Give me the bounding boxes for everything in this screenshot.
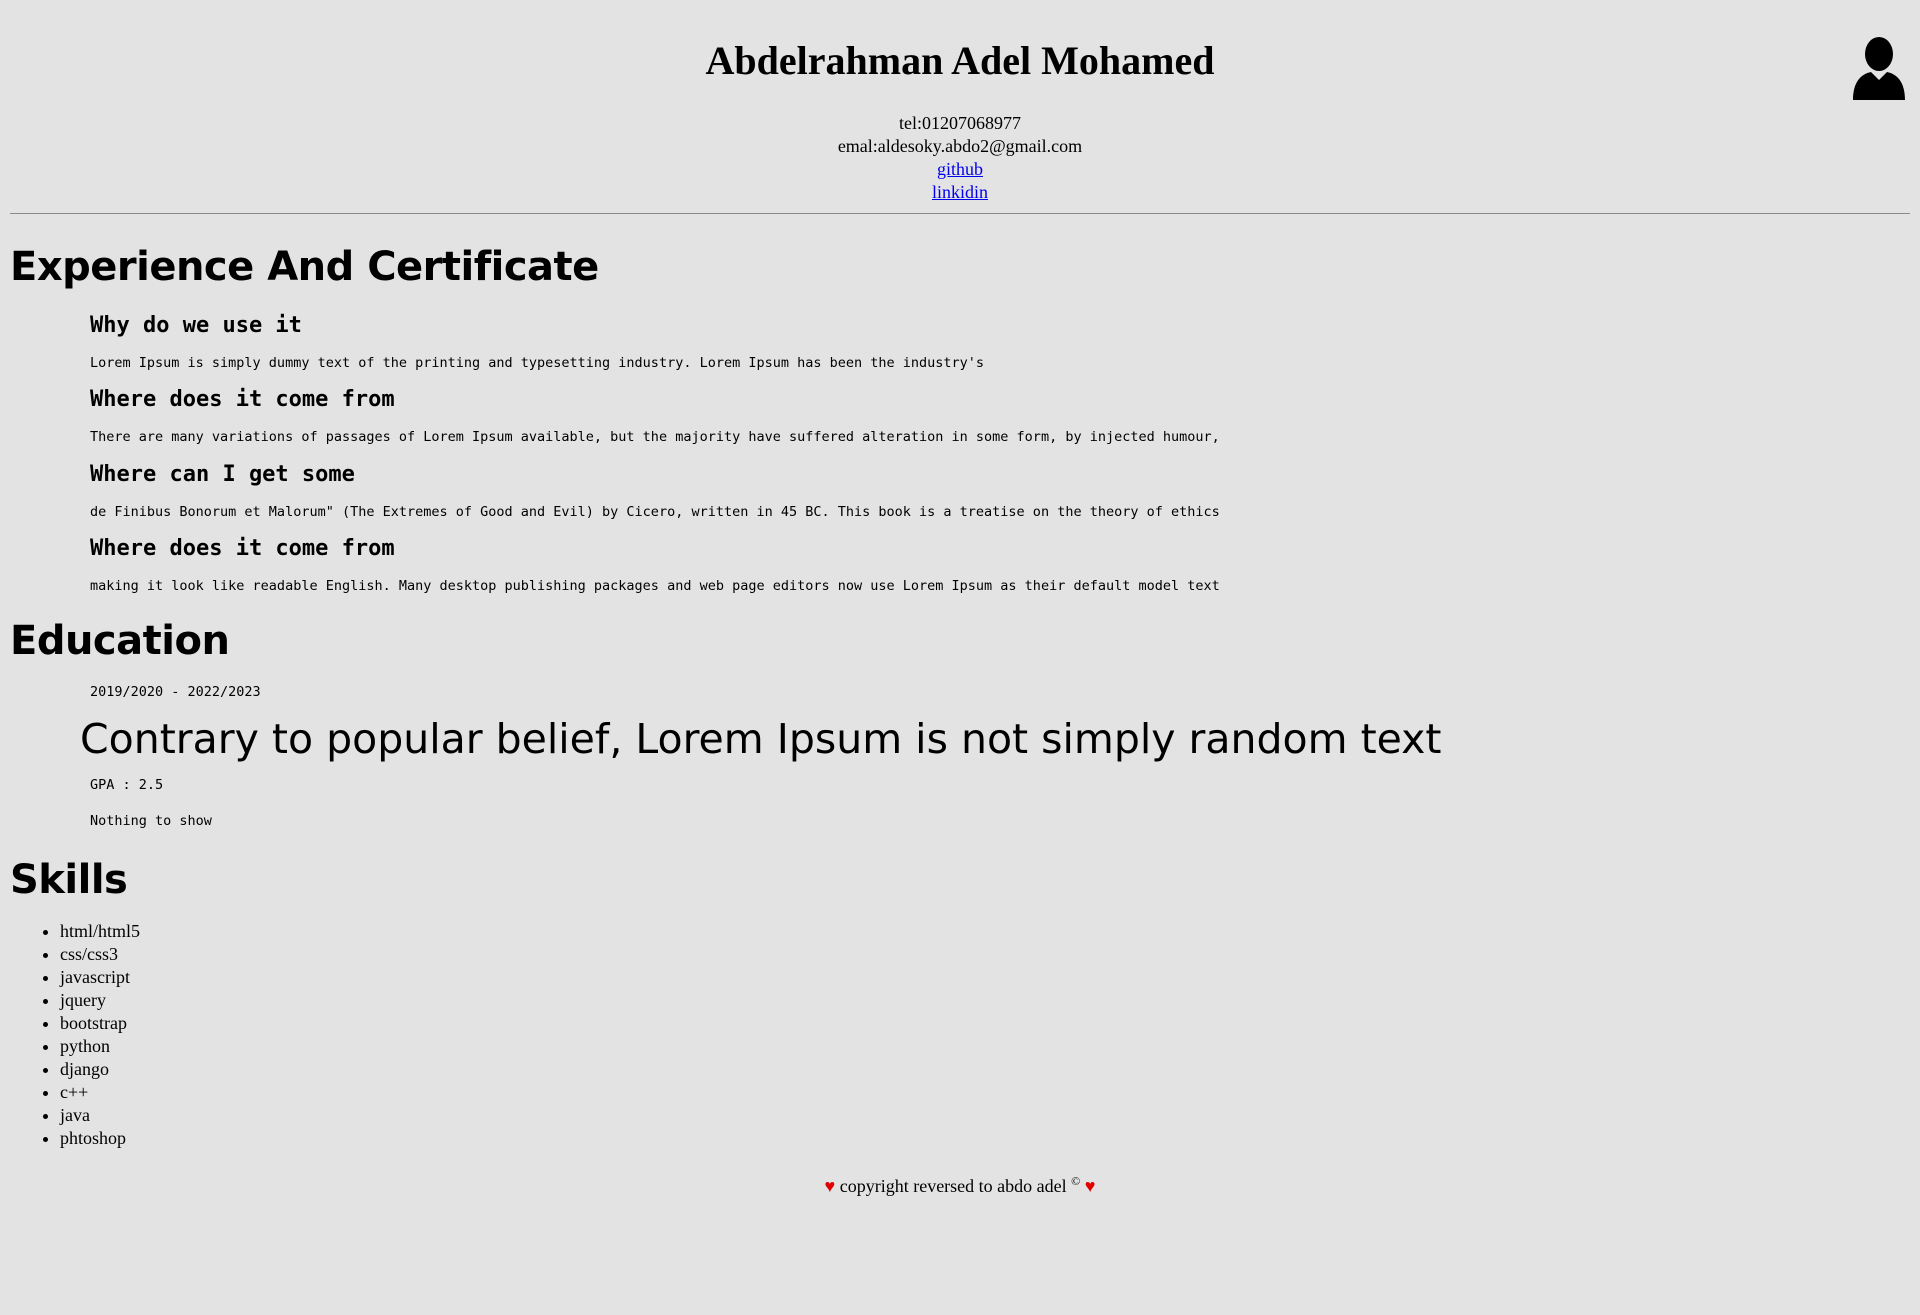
copyright-icon: © <box>1071 1174 1081 1188</box>
header-divider <box>10 213 1910 214</box>
skill-item: python <box>60 1035 1910 1058</box>
phone-number: tel:01207068977 <box>899 113 1021 133</box>
experience-list: Why do we use it Lorem Ipsum is simply d… <box>90 311 1910 596</box>
skill-item: phtoshop <box>60 1127 1910 1150</box>
skills-section-title: Skills <box>10 857 128 903</box>
education-details: 2019/2020 - 2022/2023 <box>90 682 1910 702</box>
skills-list: html/html5 css/css3 javascript jquery bo… <box>10 920 1910 1150</box>
skill-item: jquery <box>60 989 1910 1012</box>
footer-text: copyright reversed to abdo adel <box>839 1176 1067 1196</box>
experience-item-title: Where can I get some <box>90 462 355 487</box>
skill-item: java <box>60 1104 1910 1127</box>
experience-item-title: Where does it come from <box>90 387 395 412</box>
education-note: Nothing to show <box>90 813 212 829</box>
experience-item: Where can I get some de Finibus Bonorum … <box>90 460 1910 522</box>
education-headline: Contrary to popular belief, Lorem Ipsum … <box>80 715 1442 763</box>
experience-item-text: de Finibus Bonorum et Malorum" (The Extr… <box>90 504 1220 520</box>
resume-header: Abdelrahman Adel Mohamed tel:01207068977… <box>10 0 1910 202</box>
experience-item-text: There are many variations of passages of… <box>90 429 1220 445</box>
skill-item: django <box>60 1058 1910 1081</box>
experience-item: Where does it come from making it look l… <box>90 534 1910 596</box>
contact-info: tel:01207068977 emal:aldesoky.abdo2@gmai… <box>10 112 1910 204</box>
experience-item: Why do we use it Lorem Ipsum is simply d… <box>90 311 1910 373</box>
education-gpa: GPA : 2.5 <box>90 777 164 793</box>
education-section-title: Education <box>10 618 230 664</box>
person-name: Abdelrahman Adel Mohamed <box>705 38 1215 83</box>
skill-item: html/html5 <box>60 920 1910 943</box>
email-address: emal:aldesoky.abdo2@gmail.com <box>837 136 1083 156</box>
experience-item-title: Why do we use it <box>90 313 302 338</box>
experience-item-text: Lorem Ipsum is simply dummy text of the … <box>90 355 985 371</box>
education-extra: GPA : 2.5 Nothing to show <box>90 775 1910 831</box>
heart-icon: ♥ <box>824 1176 836 1196</box>
skill-item: bootstrap <box>60 1012 1910 1035</box>
experience-item-text: making it look like readable English. Ma… <box>90 578 1220 594</box>
experience-section-title: Experience And Certificate <box>10 244 599 290</box>
skill-item: javascript <box>60 966 1910 989</box>
experience-item-title: Where does it come from <box>90 536 395 561</box>
resume-page: Abdelrahman Adel Mohamed tel:01207068977… <box>0 0 1920 1197</box>
experience-item: Where does it come from There are many v… <box>90 385 1910 447</box>
github-link[interactable]: github <box>937 159 983 179</box>
skill-item: c++ <box>60 1081 1910 1104</box>
linkedin-link[interactable]: linkidin <box>932 182 988 202</box>
user-silhouette-icon <box>1853 37 1905 100</box>
education-years: 2019/2020 - 2022/2023 <box>90 684 261 700</box>
page-footer: ♥ copyright reversed to abdo adel © ♥ <box>10 1174 1910 1197</box>
heart-icon: ♥ <box>1084 1176 1096 1196</box>
skill-item: css/css3 <box>60 943 1910 966</box>
